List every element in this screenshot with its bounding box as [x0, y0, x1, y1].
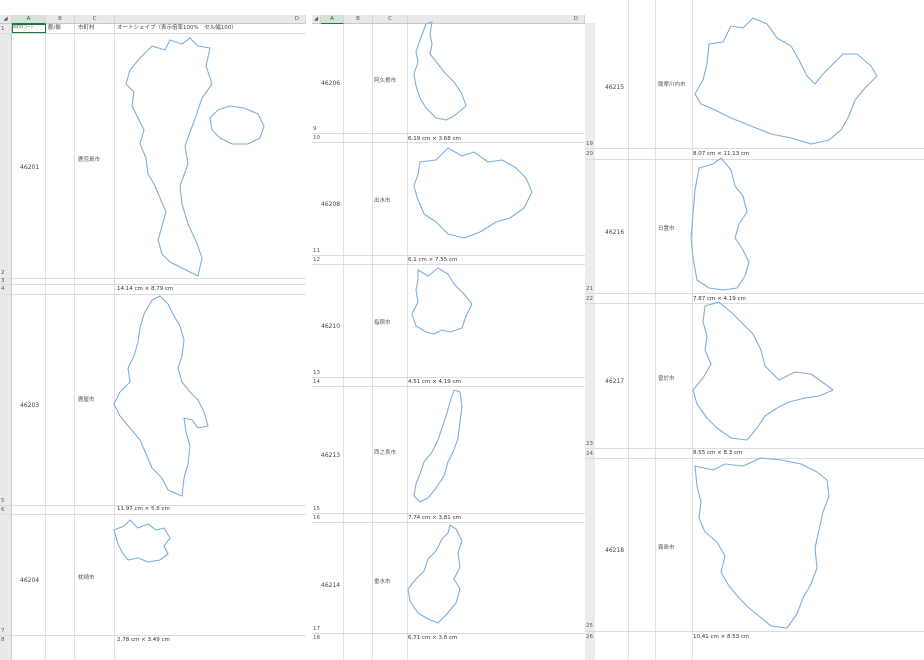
cell-c1[interactable]: 市町村: [78, 25, 95, 32]
municipality-code[interactable]: 46216: [605, 229, 624, 236]
row-number[interactable]: 26: [585, 634, 597, 640]
sheet-panel-1: ◢ A B C D 1 市町村コード 郡/振 市町村 オートシェイプ（表示倍率1…: [0, 0, 306, 660]
municipality-name[interactable]: 曽於市: [658, 374, 675, 382]
autoshape-nishinoomote[interactable]: [406, 388, 470, 512]
municipality-code[interactable]: 46210: [321, 323, 340, 330]
autoshape-izumi[interactable]: [406, 144, 538, 244]
row-header-column: [0, 24, 12, 660]
sheet-panel-2: ◢ A B C D 46206 阿久根市 9 10 6.19 cm × 3.68…: [312, 0, 585, 660]
shape-size-caption[interactable]: 4.51 cm × 4.19 cm: [408, 379, 461, 386]
municipality-name[interactable]: 西之表市: [374, 448, 396, 456]
municipality-name[interactable]: 日置市: [658, 224, 675, 232]
autoshape-satsumasendai[interactable]: [691, 14, 881, 148]
row-number[interactable]: 12: [312, 257, 324, 263]
cell-a1-selected[interactable]: 市町村コード: [12, 24, 46, 33]
municipality-code[interactable]: 46204: [20, 577, 39, 584]
municipality-name[interactable]: 薩摩川内市: [658, 80, 686, 88]
municipality-code[interactable]: 46213: [321, 452, 340, 459]
column-header-d[interactable]: D: [115, 15, 306, 23]
row-number[interactable]: 20: [585, 151, 597, 157]
municipality-name[interactable]: 霧島市: [658, 543, 675, 551]
cell-b1[interactable]: 郡/振: [48, 25, 61, 32]
sheet-panel-3: 46215 薩摩川内市 19 20 8.07 cm × 11.13 cm 462…: [585, 0, 924, 660]
row-number[interactable]: 4: [0, 286, 12, 292]
row-number[interactable]: 11: [312, 248, 324, 254]
municipality-name[interactable]: 指宿市: [374, 318, 391, 326]
row-number[interactable]: 21: [585, 286, 597, 292]
municipality-code[interactable]: 46214: [321, 582, 340, 589]
municipality-code[interactable]: 46218: [605, 547, 624, 554]
column-header-a[interactable]: A: [12, 15, 46, 24]
shape-size-caption[interactable]: 14.14 cm × 8.79 cm: [117, 286, 173, 293]
shape-size-caption[interactable]: 10.41 cm × 8.53 cm: [693, 634, 749, 641]
municipality-code[interactable]: 46217: [605, 378, 624, 385]
autoshape-kanoya[interactable]: [112, 295, 222, 504]
row-number[interactable]: 7: [0, 628, 12, 634]
municipality-name[interactable]: 枕崎市: [78, 573, 95, 581]
cell-d1[interactable]: オートシェイプ（表示倍率100% セル幅100）: [117, 25, 237, 32]
municipality-name[interactable]: 出水市: [374, 196, 391, 204]
autoshape-ibusuki[interactable]: [406, 266, 480, 340]
row-number[interactable]: 6: [0, 507, 12, 513]
row-number[interactable]: 22: [585, 296, 597, 302]
municipality-name[interactable]: 垂水市: [374, 577, 391, 585]
municipality-name[interactable]: 鹿屋市: [78, 395, 95, 403]
row-number[interactable]: 19: [585, 141, 597, 147]
row-number[interactable]: 5: [0, 498, 12, 504]
autoshape-makurazaki[interactable]: [112, 518, 178, 566]
row-number[interactable]: 14: [312, 379, 324, 385]
shape-size-caption[interactable]: 8.07 cm × 11.13 cm: [693, 151, 749, 158]
column-header-b[interactable]: B: [344, 15, 373, 23]
select-all-corner[interactable]: ◢: [312, 15, 321, 23]
row-number[interactable]: 17: [312, 626, 324, 632]
municipality-code[interactable]: 46206: [321, 80, 340, 87]
autoshape-tarumizu[interactable]: [406, 523, 468, 629]
municipality-code[interactable]: 46201: [20, 164, 39, 171]
row-number[interactable]: 15: [312, 506, 324, 512]
select-all-corner[interactable]: ◢: [0, 15, 12, 23]
row-number[interactable]: 23: [585, 441, 597, 447]
municipality-code[interactable]: 46203: [20, 402, 39, 409]
column-header-c[interactable]: C: [75, 15, 115, 23]
column-header-c[interactable]: C: [373, 15, 408, 23]
autoshape-kagoshima[interactable]: [110, 36, 270, 282]
column-header-b[interactable]: B: [46, 15, 75, 23]
row-header-column: [585, 23, 595, 660]
municipality-code[interactable]: 46215: [605, 84, 624, 91]
row-number[interactable]: 24: [585, 451, 597, 457]
row-number[interactable]: 1: [0, 26, 12, 32]
shape-size-caption[interactable]: 6.71 cm × 3.6 cm: [408, 635, 457, 642]
shape-size-caption[interactable]: 11.97 cm × 5.6 cm: [117, 506, 170, 513]
row-number[interactable]: 10: [312, 135, 324, 141]
row-number[interactable]: 18: [312, 635, 324, 641]
municipality-name[interactable]: 阿久根市: [374, 76, 396, 84]
autoshape-akune[interactable]: [404, 21, 468, 124]
autoshape-kirishima[interactable]: [691, 456, 833, 632]
row-number[interactable]: 9: [312, 126, 324, 132]
municipality-name[interactable]: 鹿児島市: [78, 155, 100, 163]
shape-size-caption[interactable]: 2.78 cm × 3.49 cm: [117, 637, 170, 644]
autoshape-so[interactable]: [691, 300, 837, 448]
row-number[interactable]: 25: [585, 623, 597, 629]
column-header-a[interactable]: A: [321, 15, 344, 24]
shape-size-caption[interactable]: 6.1 cm × 7.55 cm: [408, 257, 457, 264]
row-number[interactable]: 13: [312, 370, 324, 376]
autoshape-hioki[interactable]: [690, 157, 755, 294]
row-number[interactable]: 8: [0, 637, 12, 643]
shape-size-caption[interactable]: 7.74 cm × 3.81 cm: [408, 515, 461, 522]
row-number[interactable]: 2: [0, 270, 12, 276]
municipality-code[interactable]: 46208: [321, 201, 340, 208]
row-number[interactable]: 16: [312, 515, 324, 521]
